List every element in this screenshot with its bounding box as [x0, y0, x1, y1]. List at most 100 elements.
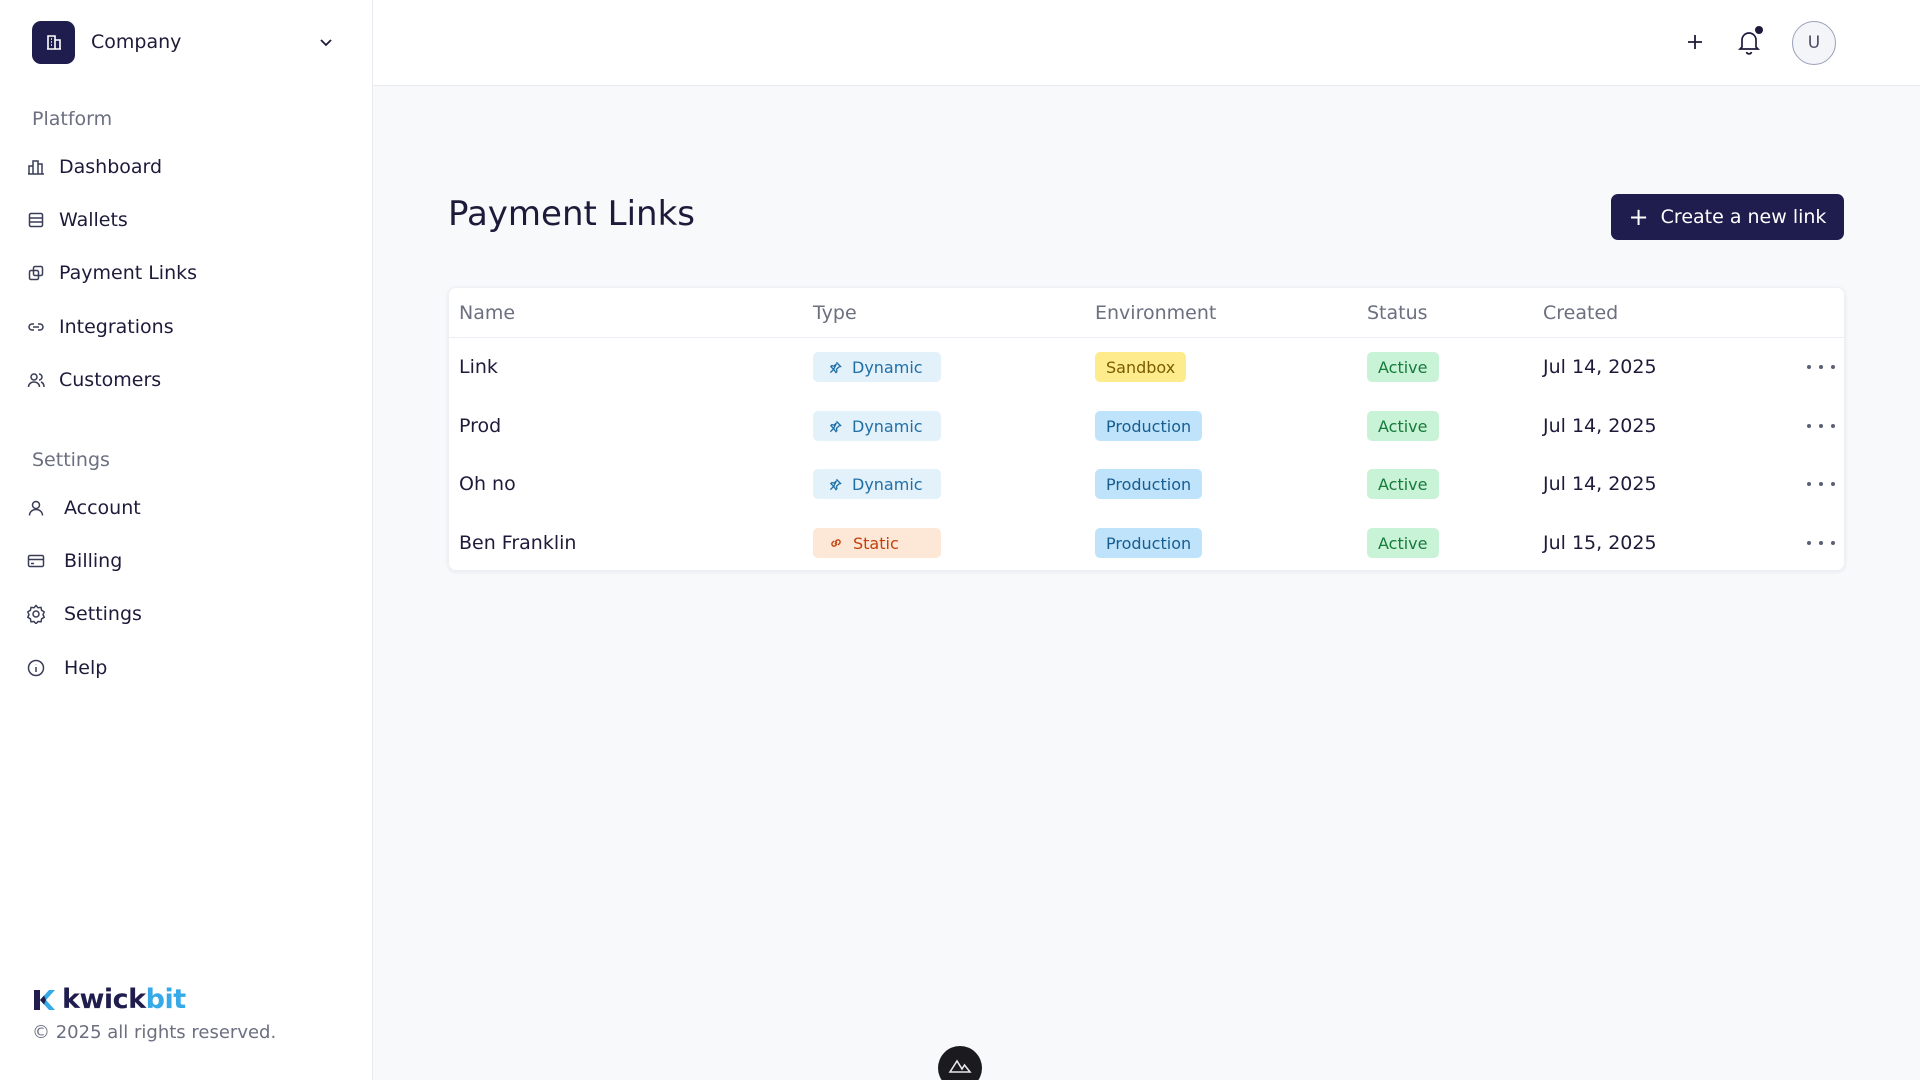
link-icon [26, 317, 46, 337]
kwickbit-logo-icon [34, 989, 55, 1010]
copy-link-icon [26, 263, 46, 283]
link-name: Ben Franklin [459, 532, 577, 554]
row-actions-button[interactable] [1807, 474, 1835, 494]
type-label: Dynamic [852, 357, 923, 377]
column-header-created[interactable]: Created [1543, 302, 1618, 324]
type-cell: Dynamic [813, 455, 941, 513]
sidebar-item-billing[interactable]: Billing [26, 541, 346, 581]
info-icon [26, 658, 46, 678]
create-new-link-label: Create a new link [1660, 206, 1827, 228]
column-header-name[interactable]: Name [459, 302, 515, 324]
type-cell: Static [813, 514, 941, 572]
created-date: Jul 15, 2025 [1543, 532, 1657, 554]
sidebar-item-label: Integrations [59, 316, 174, 338]
mountain-icon [948, 1059, 972, 1073]
type-badge: Static [813, 528, 941, 558]
status-cell: Active [1367, 338, 1439, 396]
sidebar-item-wallets[interactable]: Wallets [26, 200, 346, 240]
status-badge: Active [1367, 352, 1439, 382]
row-actions-button[interactable] [1807, 357, 1835, 377]
sidebar-item-label: Wallets [59, 209, 128, 231]
table-row[interactable]: Oh no Dynamic Production Active Jul 14, … [449, 455, 1844, 513]
created-date: Jul 14, 2025 [1543, 356, 1657, 378]
chart-bar-icon [26, 157, 46, 177]
environment-cell: Production [1095, 397, 1203, 455]
environment-cell: Production [1095, 455, 1203, 513]
brand-logo: kwickbit [32, 984, 186, 1015]
type-label: Dynamic [852, 474, 923, 494]
row-actions-button[interactable] [1807, 416, 1835, 436]
users-icon [26, 370, 46, 390]
type-cell: Dynamic [813, 338, 941, 396]
link-name: Oh no [459, 473, 516, 495]
type-badge: Dynamic [813, 411, 941, 441]
plus-icon: + [1628, 203, 1649, 231]
environment-badge: Sandbox [1095, 352, 1187, 382]
sidebar-item-help[interactable]: Help [26, 648, 346, 688]
environment-badge: Production [1095, 469, 1203, 499]
brand-wordmark: kwickbit [62, 984, 186, 1015]
sidebar-item-label: Help [64, 657, 108, 679]
sidebar-item-account[interactable]: Account [26, 488, 346, 528]
status-badge: Active [1367, 469, 1439, 499]
pin-icon [829, 420, 842, 433]
page-title: Payment Links [448, 194, 695, 234]
link-name: Prod [459, 415, 502, 437]
sidebar-item-integrations[interactable]: Integrations [26, 307, 346, 347]
sidebar-item-label: Account [64, 497, 141, 519]
created-date: Jul 14, 2025 [1543, 415, 1657, 437]
building-icon [32, 20, 75, 64]
pin-icon [829, 478, 842, 491]
sidebar-item-label: Customers [59, 369, 162, 391]
status-cell: Active [1367, 397, 1439, 455]
table-row[interactable]: Ben Franklin Static Production Active Ju… [449, 514, 1844, 572]
pin-icon [829, 361, 842, 374]
type-label: Dynamic [852, 416, 923, 436]
column-header-type[interactable]: Type [813, 302, 857, 324]
type-cell: Dynamic [813, 397, 941, 455]
plus-icon[interactable] [1683, 30, 1707, 54]
link-icon [829, 536, 843, 550]
column-header-environment[interactable]: Environment [1095, 302, 1216, 324]
status-badge: Active [1367, 411, 1439, 441]
sidebar-item-payment-links[interactable]: Payment Links [26, 253, 346, 293]
row-actions-button[interactable] [1807, 533, 1835, 553]
environment-badge: Production [1095, 411, 1203, 441]
chevron-down-icon [320, 39, 332, 47]
table-header: Name Type Environment Status Created [449, 288, 1844, 338]
company-switcher[interactable]: Company [32, 20, 340, 64]
sidebar-item-settings[interactable]: Settings [26, 594, 346, 634]
type-label: Static [853, 533, 899, 553]
settings-section-label: Settings [32, 449, 110, 471]
notification-dot [1755, 26, 1763, 34]
company-name: Company [91, 31, 182, 53]
payment-links-table: Name Type Environment Status Created Lin… [448, 287, 1845, 571]
sidebar-item-label: Dashboard [59, 156, 163, 178]
user-icon [26, 498, 46, 518]
topbar: U [373, 0, 1920, 86]
create-new-link-button[interactable]: + Create a new link [1611, 194, 1844, 240]
table-row[interactable]: Link Dynamic Sandbox Active Jul 14, 2025 [449, 338, 1844, 396]
wallet-icon [26, 210, 46, 230]
environment-cell: Sandbox [1095, 338, 1187, 396]
environment-cell: Production [1095, 514, 1203, 572]
type-badge: Dynamic [813, 352, 941, 382]
sidebar-item-label: Billing [64, 550, 123, 572]
column-header-status[interactable]: Status [1367, 302, 1428, 324]
type-badge: Dynamic [813, 469, 941, 499]
status-badge: Active [1367, 528, 1439, 558]
devtools-toggle-button[interactable] [938, 1046, 982, 1080]
created-date: Jul 14, 2025 [1543, 473, 1657, 495]
credit-card-icon [26, 551, 46, 571]
gear-icon [26, 604, 46, 624]
sidebar-item-label: Settings [64, 603, 142, 625]
user-avatar[interactable]: U [1792, 21, 1836, 65]
sidebar: Company Platform Dashboard Wallets Payme… [0, 0, 373, 1080]
status-cell: Active [1367, 514, 1439, 572]
table-row[interactable]: Prod Dynamic Production Active Jul 14, 2… [449, 397, 1844, 455]
sidebar-item-label: Payment Links [59, 262, 198, 284]
sidebar-item-dashboard[interactable]: Dashboard [26, 147, 346, 187]
notifications-button[interactable] [1736, 26, 1763, 56]
sidebar-item-customers[interactable]: Customers [26, 360, 346, 400]
environment-badge: Production [1095, 528, 1203, 558]
